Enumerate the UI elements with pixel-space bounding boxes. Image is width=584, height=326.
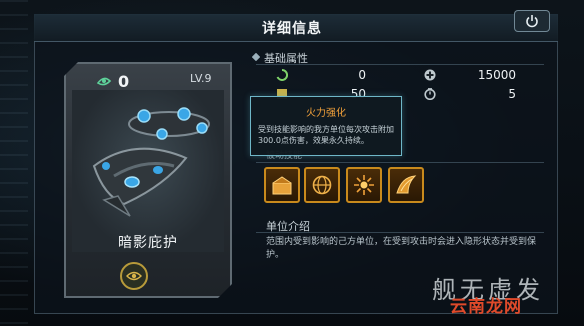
unit-level: LV.9 bbox=[190, 72, 212, 85]
chest-skill-icon bbox=[272, 176, 292, 195]
recycle-icon bbox=[276, 69, 288, 81]
skill-slot[interactable] bbox=[264, 167, 300, 203]
divider bbox=[256, 162, 544, 163]
tooltip-text: 受到技能影响的我方单位每次攻击附加300.0点伤害，效果永久持续。 bbox=[258, 125, 394, 145]
watermark-site-text: 云南龙网 bbox=[450, 297, 522, 317]
ship-illustration bbox=[92, 107, 210, 217]
stat-value: 5 bbox=[508, 87, 516, 101]
divider bbox=[256, 64, 544, 65]
timer-icon bbox=[424, 88, 436, 100]
unit-name: 暗影庇护 bbox=[118, 235, 178, 251]
view-button[interactable] bbox=[120, 262, 148, 290]
card-type-icon bbox=[96, 77, 112, 86]
unit-intro-text: 范围内受到影响的己方单位，在受到攻击时会进入隐形状态并受到保护。 bbox=[266, 237, 537, 260]
panel-title: 详细信息 bbox=[262, 21, 322, 37]
power-icon bbox=[526, 15, 538, 28]
skill-slot[interactable] bbox=[346, 167, 382, 203]
tooltip-title: 火力强化 bbox=[306, 108, 346, 119]
section-bullet-icon bbox=[252, 53, 260, 61]
eye-icon bbox=[126, 271, 142, 281]
wing-skill-icon bbox=[396, 175, 417, 194]
stat-value: 15000 bbox=[477, 68, 516, 82]
plus-health-icon bbox=[424, 69, 436, 81]
divider bbox=[256, 232, 544, 233]
stat-value: 0 bbox=[358, 68, 366, 82]
background-side-lines bbox=[0, 0, 28, 326]
skill-slot[interactable] bbox=[388, 167, 424, 203]
shield-globe-skill-icon bbox=[312, 175, 332, 195]
unit-count: 0 bbox=[118, 72, 130, 91]
skill-slot[interactable] bbox=[304, 167, 340, 203]
burst-skill-icon bbox=[354, 175, 374, 195]
power-button[interactable] bbox=[514, 10, 550, 32]
